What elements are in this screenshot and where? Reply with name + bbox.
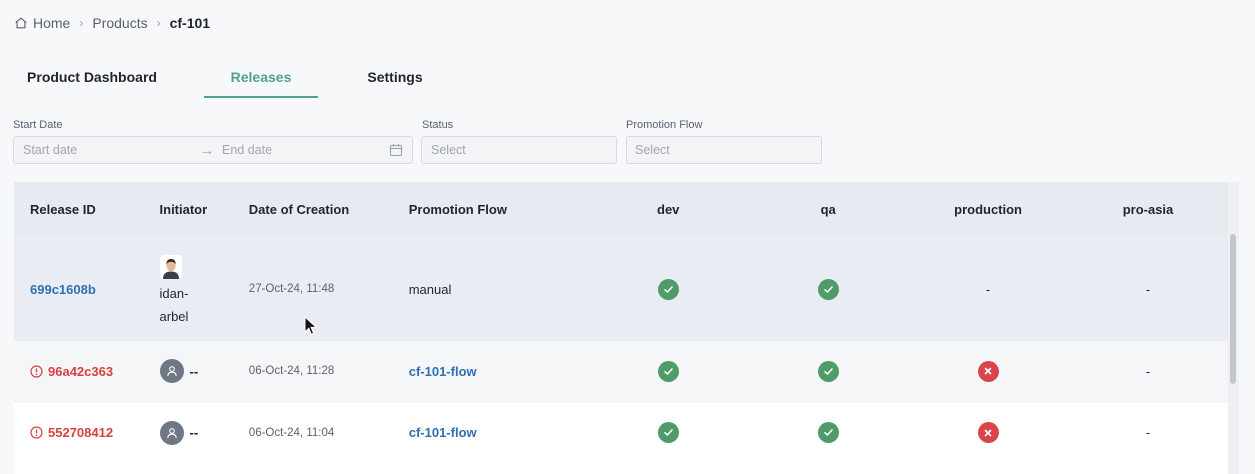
- check-circle-icon[interactable]: [817, 278, 839, 300]
- header-release-id: Release ID: [30, 202, 96, 217]
- alert-circle-icon: [30, 364, 43, 378]
- production-status: -: [985, 281, 991, 297]
- header-pro-asia: pro-asia: [1122, 202, 1174, 217]
- header-initiator: Initiator: [159, 202, 208, 217]
- check-circle-icon[interactable]: [657, 360, 679, 382]
- creation-date: 06-Oct-24, 11:04: [248, 426, 335, 439]
- header-promotion-flow: Promotion Flow: [408, 202, 507, 217]
- promotion-flow-select[interactable]: Select: [626, 136, 822, 164]
- breadcrumb-current: cf-101: [169, 15, 211, 31]
- avatar: [159, 254, 182, 279]
- start-date-label: Start Date: [13, 119, 63, 131]
- alert-circle-icon: [30, 426, 43, 439]
- tab-settings[interactable]: Settings: [350, 56, 440, 98]
- chevron-right-icon: ›: [79, 16, 84, 30]
- promotion-flow-label: Promotion Flow: [626, 119, 703, 131]
- end-date-input[interactable]: End date: [222, 143, 389, 157]
- release-id-link[interactable]: 699c1608b: [30, 282, 96, 297]
- initiator-name: --: [189, 363, 199, 379]
- user-avatar-icon: [159, 420, 184, 445]
- tab-releases[interactable]: Releases: [204, 56, 318, 98]
- promotion-flow-link[interactable]: cf-101-flow: [409, 425, 477, 440]
- breadcrumb-home[interactable]: Home: [14, 15, 70, 31]
- table-row[interactable]: 552708412 -- 06-Oct-24, 11:04 cf-101-flo…: [14, 402, 1228, 463]
- date-range-picker[interactable]: Start date → End date: [13, 136, 413, 164]
- table-row[interactable]: 96a42c363 -- 06-Oct-24, 11:28 cf-101-flo…: [14, 341, 1228, 402]
- header-production: production: [954, 202, 1023, 217]
- initiator-name-line1: idan-: [159, 285, 189, 301]
- mouse-cursor-icon: [304, 316, 318, 335]
- user-avatar-icon: [159, 359, 184, 383]
- promotion-flow-value: manual: [408, 281, 452, 297]
- check-circle-icon[interactable]: [657, 278, 679, 300]
- breadcrumb-home-label: Home: [33, 15, 71, 31]
- creation-date: 27-Oct-24, 11:48: [248, 283, 335, 295]
- releases-table: Release ID Initiator Date of Creation Pr…: [14, 182, 1228, 474]
- initiator-name: --: [189, 425, 199, 440]
- release-id-link[interactable]: 552708412: [48, 425, 113, 440]
- x-circle-icon[interactable]: [977, 360, 999, 382]
- tab-product-dashboard[interactable]: Product Dashboard: [14, 56, 170, 98]
- pro-asia-status: -: [1145, 363, 1151, 379]
- header-qa: qa: [820, 202, 836, 217]
- check-circle-icon[interactable]: [817, 422, 839, 443]
- start-date-input[interactable]: Start date: [23, 143, 198, 157]
- header-dev: dev: [657, 202, 680, 217]
- check-circle-icon[interactable]: [817, 360, 839, 382]
- breadcrumb: Home › Products › cf-101: [14, 13, 210, 33]
- status-select[interactable]: Select: [421, 136, 617, 164]
- table-scrollbar[interactable]: [1228, 182, 1239, 474]
- pro-asia-status: -: [1145, 281, 1151, 297]
- check-circle-icon[interactable]: [657, 422, 679, 443]
- arrow-right-icon: →: [200, 142, 214, 158]
- x-circle-icon[interactable]: [977, 422, 999, 443]
- calendar-icon: [389, 144, 403, 157]
- release-id-link[interactable]: 96a42c363: [48, 364, 113, 379]
- promotion-flow-link[interactable]: cf-101-flow: [409, 364, 477, 379]
- scrollbar-thumb[interactable]: [1230, 234, 1236, 384]
- pro-asia-status: -: [1145, 425, 1151, 440]
- initiator: idan- arbel: [159, 251, 189, 328]
- creation-date: 06-Oct-24, 11:28: [248, 365, 335, 377]
- home-icon: [15, 17, 27, 29]
- tab-bar: Product Dashboard Releases Settings: [14, 56, 440, 98]
- header-date-of-creation: Date of Creation: [248, 202, 350, 217]
- table-header: Release ID Initiator Date of Creation Pr…: [14, 182, 1228, 237]
- chevron-right-icon: ›: [156, 16, 161, 30]
- table-row[interactable]: 699c1608b idan- arbel 27-Oct-24, 11:48 m…: [14, 237, 1228, 341]
- status-label: Status: [422, 119, 454, 131]
- breadcrumb-products[interactable]: Products: [92, 15, 147, 31]
- initiator-name-line2: arbel: [159, 308, 189, 324]
